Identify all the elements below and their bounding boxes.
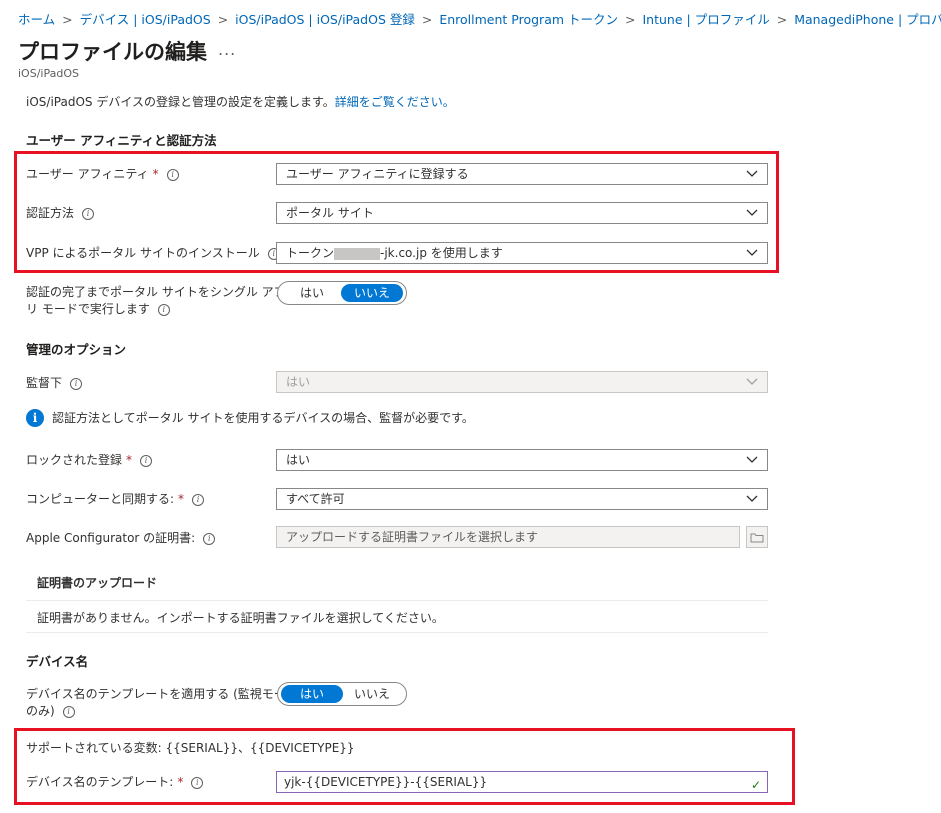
info-icon[interactable]: i	[203, 532, 216, 545]
divider	[26, 632, 768, 633]
info-icon[interactable]: i	[157, 303, 170, 316]
certificate-file-input[interactable]: アップロードする証明書ファイルを選択します	[276, 526, 740, 548]
supported-variables-text: サポートされている変数: {{SERIAL}}、{{DEVICETYPE}}	[26, 741, 355, 755]
breadcrumb-properties[interactable]: ManagediPhone | プロパティ	[794, 12, 941, 27]
section-device-name: デバイス名	[26, 654, 89, 669]
info-icon[interactable]: i	[62, 705, 75, 718]
chevron-right-icon: >	[217, 12, 229, 27]
more-icon[interactable]: ...	[218, 40, 236, 59]
breadcrumb-devices[interactable]: デバイス | iOS/iPadOS	[80, 12, 211, 27]
chevron-down-icon	[746, 456, 758, 464]
chevron-right-icon: >	[776, 12, 788, 27]
chevron-down-icon	[746, 378, 758, 386]
page-subtitle: iOS/iPadOS	[18, 67, 79, 80]
checkmark-icon: ✓	[750, 778, 761, 792]
locked-enrollment-dropdown[interactable]: はい	[276, 449, 768, 471]
section-management: 管理のオプション	[26, 342, 127, 357]
auth-method-label: 認証方法 i	[26, 205, 95, 222]
cert-upload-title: 証明書のアップロード	[37, 576, 158, 590]
page-description: iOS/iPadOS デバイスの登録と管理の設定を定義します。詳細をご覧ください…	[26, 93, 455, 110]
required-marker: *	[126, 453, 133, 467]
divider	[26, 600, 768, 601]
name-template-input[interactable]: yjk-{{DEVICETYPE}}-{{SERIAL}} ✓	[276, 771, 768, 793]
chevron-right-icon: >	[62, 12, 73, 27]
folder-icon[interactable]	[746, 526, 768, 548]
supervised-dropdown: はい	[276, 371, 768, 393]
apply-template-label: デバイス名のテンプレートを適用する (監視モード のみ) i	[26, 687, 298, 718]
single-app-label: 認証の完了までポータル サイトをシングル アプ リ モードで実行します i	[26, 285, 286, 316]
supervised-label: 監督下 i	[26, 375, 83, 392]
info-icon[interactable]: i	[70, 377, 83, 390]
name-template-label: デバイス名のテンプレート: * i	[26, 774, 204, 791]
chevron-down-icon	[746, 209, 758, 217]
toggle-option-yes[interactable]: はい	[281, 284, 343, 302]
info-circle-icon: i	[26, 409, 44, 427]
info-icon[interactable]: i	[82, 207, 95, 220]
breadcrumb-ios-enrollment[interactable]: iOS/iPadOS | iOS/iPadOS 登録	[235, 12, 415, 27]
toggle-option-no[interactable]: いいえ	[341, 685, 403, 703]
chevron-right-icon: >	[625, 12, 636, 27]
auth-method-dropdown[interactable]: ポータル サイト	[276, 202, 768, 224]
toggle-option-no[interactable]: いいえ	[341, 284, 403, 302]
required-marker: *	[152, 167, 159, 181]
breadcrumb-enrollment-token[interactable]: Enrollment Program トークン	[439, 12, 618, 27]
breadcrumb-intune-profile[interactable]: Intune | プロファイル	[642, 12, 769, 27]
breadcrumb-home[interactable]: ホーム	[18, 12, 55, 27]
breadcrumb: ホーム > デバイス | iOS/iPadOS > iOS/iPadOS | iOS/i…	[18, 9, 941, 28]
sync-computer-dropdown[interactable]: すべて許可	[276, 488, 768, 510]
info-icon[interactable]: i	[191, 776, 204, 789]
cert-upload-empty: 証明書がありません。インポートする証明書ファイルを選択してください。	[37, 611, 444, 625]
required-marker: *	[177, 775, 184, 789]
page-title: プロファイルの編集	[18, 40, 207, 64]
apply-template-toggle[interactable]: はい いいえ	[277, 682, 407, 706]
single-app-toggle[interactable]: はい いいえ	[277, 281, 407, 305]
required-marker: *	[178, 492, 185, 506]
chevron-down-icon	[746, 495, 758, 503]
toggle-option-yes[interactable]: はい	[281, 685, 343, 703]
user-affinity-dropdown[interactable]: ユーザー アフィニティに登録する	[276, 163, 768, 185]
chevron-down-icon	[746, 249, 758, 257]
vpp-install-label: VPP によるポータル サイトのインストール i	[26, 245, 280, 262]
locked-enrollment-label: ロックされた登録 * i	[26, 452, 153, 469]
info-icon[interactable]: i	[140, 454, 153, 467]
learn-more-link[interactable]: 詳細をご覧ください。	[335, 95, 455, 109]
supervised-info-text: 認証方法としてポータル サイトを使用するデバイスの場合、監督が必要です。	[52, 411, 474, 425]
section-user-affinity: ユーザー アフィニティと認証方法	[26, 133, 217, 148]
apple-configurator-label: Apple Configurator の証明書: i	[26, 530, 216, 547]
info-icon[interactable]: i	[166, 168, 179, 181]
info-icon[interactable]: i	[192, 493, 205, 506]
user-affinity-label: ユーザー アフィニティ * i	[26, 166, 179, 183]
sync-computer-label: コンピューターと同期する: * i	[26, 491, 205, 508]
description-text: iOS/iPadOS デバイスの登録と管理の設定を定義します。	[26, 95, 335, 109]
chevron-right-icon: >	[421, 12, 433, 27]
vpp-token-dropdown[interactable]: トークン -jk.co.jp を使用します	[276, 242, 768, 264]
redacted-block	[334, 247, 381, 260]
chevron-down-icon	[746, 170, 758, 178]
